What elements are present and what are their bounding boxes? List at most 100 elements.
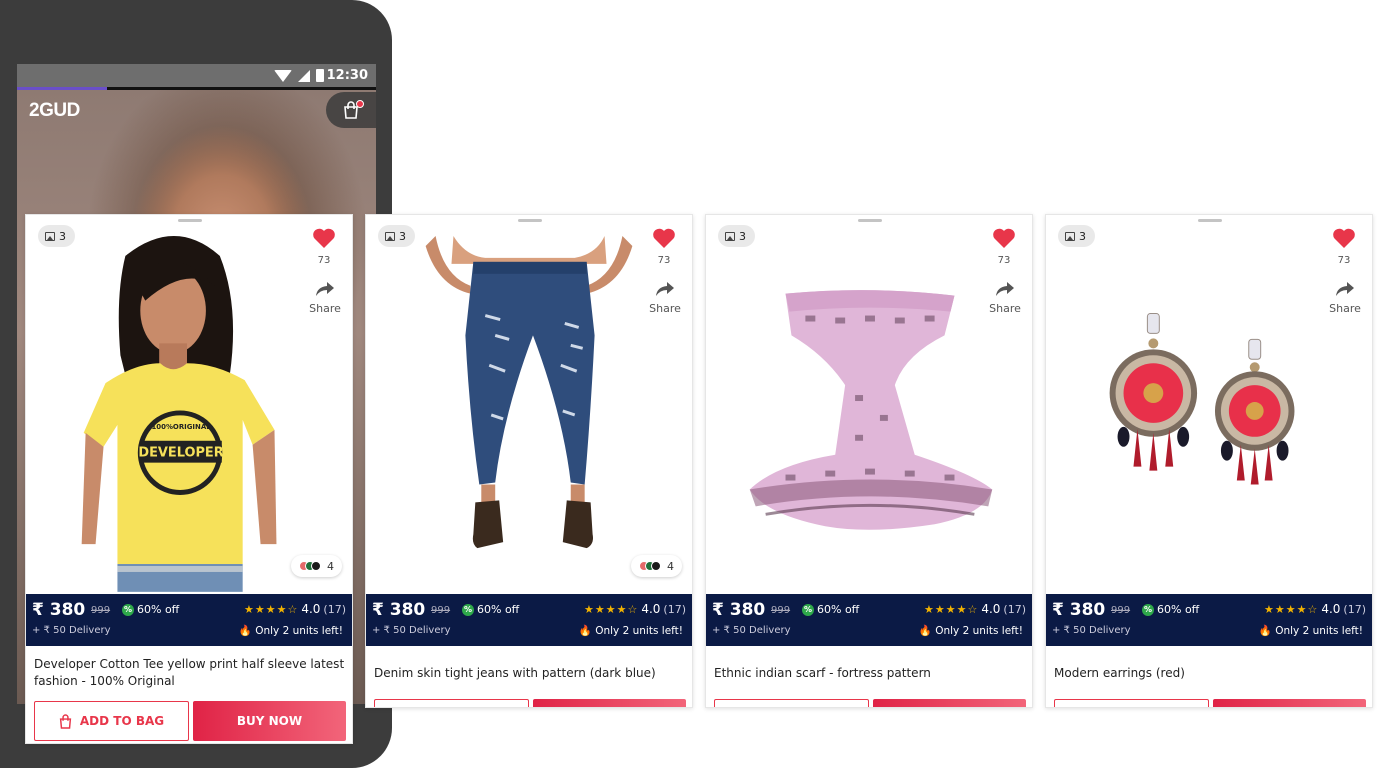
discount-badge-icon: %	[462, 603, 474, 616]
stock-warning: 🔥 Only 2 units left!	[579, 624, 683, 637]
image-count-badge[interactable]: 3	[1058, 225, 1095, 247]
buy-now-button[interactable]	[533, 699, 686, 707]
price: ₹ 380	[32, 600, 86, 620]
discount: % 60% off	[462, 603, 519, 616]
battery-icon	[316, 69, 324, 82]
rating[interactable]: ★★★★☆ 4.0 (17)	[924, 602, 1026, 616]
like-count: 73	[1337, 255, 1351, 266]
share-arrow-icon	[1336, 282, 1354, 296]
share-button[interactable]: Share	[1327, 281, 1363, 315]
star-rating-icon: ★★★★☆	[924, 602, 979, 616]
share-button[interactable]: Share	[987, 281, 1023, 315]
image-count-badge[interactable]: 3	[378, 225, 415, 247]
favorite-button[interactable]: 73	[1330, 227, 1358, 266]
rating-value: 4.0	[301, 602, 321, 616]
delivery-charge: + ₹ 50 Delivery	[1052, 625, 1131, 636]
color-variants[interactable]: 4	[631, 555, 682, 577]
heart-icon	[313, 228, 335, 248]
product-title: Denim skin tight jeans with pattern (dar…	[374, 666, 656, 680]
rating[interactable]: ★★★★☆ 4.0 (17)	[584, 602, 686, 616]
color-swatches	[299, 561, 321, 571]
discount: % 60% off	[122, 603, 179, 616]
stock-text: Only 2 units left!	[935, 625, 1023, 637]
rating-value: 4.0	[981, 602, 1001, 616]
color-variants[interactable]: 4	[291, 555, 342, 577]
review-count: (17)	[1343, 602, 1366, 616]
delivery-charge: + ₹ 50 Delivery	[372, 625, 451, 636]
discount-badge-icon: %	[1142, 603, 1154, 616]
product-card[interactable]: 3 73 Share ₹ 380 999 % 60% off ★★★★☆ 4.0 (1…	[1045, 214, 1373, 708]
action-buttons	[374, 699, 686, 707]
add-to-bag-button[interactable]	[714, 699, 869, 707]
add-to-bag-label: ADD TO BAG	[79, 714, 165, 728]
tee-print-main: DEVELOPER	[138, 446, 223, 461]
fire-icon: 🔥	[578, 625, 592, 637]
add-to-bag-button[interactable]	[374, 699, 529, 707]
share-arrow-icon	[996, 282, 1014, 296]
price-bar: ₹ 380 999 % 60% off ★★★★☆ 4.0 (17) + ₹ 50 D…	[706, 594, 1032, 646]
image-icon	[725, 231, 735, 241]
app-logo[interactable]: 2GUD	[29, 100, 80, 122]
like-count: 73	[657, 255, 671, 266]
review-count: (17)	[1003, 602, 1026, 616]
buy-now-button[interactable]: BUY NOW	[193, 701, 346, 741]
tee-print-top: 100%ORIGINAL	[151, 423, 211, 431]
cart-badge	[356, 100, 364, 108]
discount-badge-icon: %	[802, 603, 814, 616]
status-time: 12:30	[326, 68, 368, 83]
add-to-bag-button[interactable]: ADD TO BAG	[34, 701, 189, 741]
product-image-tshirt[interactable]: DEVELOPER 100%ORIGINAL	[26, 215, 352, 593]
drag-handle[interactable]	[178, 219, 202, 222]
discount: % 60% off	[1142, 603, 1199, 616]
cart-button[interactable]	[326, 92, 376, 128]
discount-label: 60% off	[137, 603, 180, 616]
signal-icon	[298, 69, 310, 82]
product-image-earrings[interactable]	[1046, 215, 1372, 593]
like-count: 73	[317, 255, 331, 266]
discount-badge-icon: %	[122, 603, 134, 616]
share-arrow-icon	[656, 282, 674, 296]
stock-warning: 🔥 Only 2 units left!	[1259, 624, 1363, 637]
fire-icon: 🔥	[918, 625, 932, 637]
share-button[interactable]: Share	[647, 281, 683, 315]
mrp: 999	[91, 605, 111, 616]
product-card[interactable]: 3 73 Share ₹ 380 999 % 60% off ★★★★☆ 4.0 (1…	[705, 214, 1033, 708]
drag-handle[interactable]	[518, 219, 542, 222]
fire-icon: 🔥	[1258, 625, 1272, 637]
share-button[interactable]: Share	[307, 281, 343, 315]
price: ₹ 380	[1052, 600, 1106, 620]
variant-count: 4	[667, 559, 674, 573]
product-image-scarf[interactable]	[706, 215, 1032, 593]
price-bar: ₹ 380 999 % 60% off ★★★★☆ 4.0 (17) + ₹ 50 D…	[1046, 594, 1372, 646]
image-count-badge[interactable]: 3	[38, 225, 75, 247]
product-title: Developer Cotton Tee yellow print half s…	[34, 657, 345, 688]
discount-label: 60% off	[477, 603, 520, 616]
product-card[interactable]: DEVELOPER 100%ORIGINAL 3 73 Share 4 ₹ 38…	[25, 214, 353, 744]
like-count: 73	[997, 255, 1011, 266]
mrp: 999	[1111, 605, 1131, 616]
heart-icon	[653, 228, 675, 248]
share-label: Share	[649, 302, 681, 315]
stock-text: Only 2 units left!	[595, 625, 683, 637]
buy-now-button[interactable]	[1213, 699, 1366, 707]
status-bar: 12:30	[17, 64, 376, 88]
price-bar: ₹ 380 999 % 60% off ★★★★☆ 4.0 (17) + ₹ 50 D…	[366, 594, 692, 646]
share-label: Share	[309, 302, 341, 315]
favorite-button[interactable]: 73	[310, 227, 338, 266]
drag-handle[interactable]	[1198, 219, 1222, 222]
product-title: Ethnic indian scarf - fortress pattern	[714, 666, 931, 680]
buy-now-button[interactable]	[873, 699, 1026, 707]
price: ₹ 380	[372, 600, 426, 620]
stock-warning: 🔥 Only 2 units left!	[239, 624, 343, 637]
product-card[interactable]: 3 73 Share 4 ₹ 380 999 % 60% off ★★★★☆ 4.0…	[365, 214, 693, 708]
product-title: Modern earrings (red)	[1054, 666, 1185, 680]
product-image-jeans[interactable]	[366, 215, 692, 593]
favorite-button[interactable]: 73	[650, 227, 678, 266]
drag-handle[interactable]	[858, 219, 882, 222]
add-to-bag-button[interactable]	[1054, 699, 1209, 707]
favorite-button[interactable]: 73	[990, 227, 1018, 266]
rating[interactable]: ★★★★☆ 4.0 (17)	[1264, 602, 1366, 616]
discount-label: 60% off	[817, 603, 860, 616]
rating[interactable]: ★★★★☆ 4.0 (17)	[244, 602, 346, 616]
image-count-badge[interactable]: 3	[718, 225, 755, 247]
